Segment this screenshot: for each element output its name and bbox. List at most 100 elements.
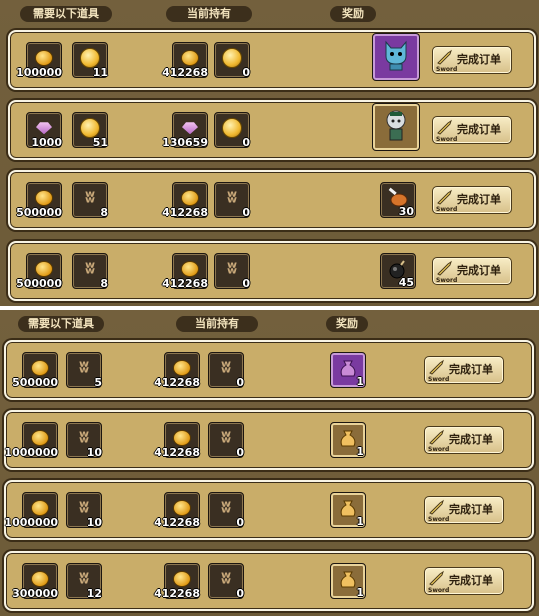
antler-icon: ʬ [84,187,96,208]
button-sub-label: Sword [428,376,450,383]
need-item-slot[interactable]: ʬ 12 [66,563,102,600]
need-item-slot[interactable]: 500000 [16,182,62,219]
reward-item[interactable]: 1 [330,422,366,458]
header-reward: 奖励 [330,6,376,22]
reward-count: 1 [356,586,364,599]
item-count: 0 [242,136,250,149]
gold-coin-icon [35,50,53,67]
need-item-slot[interactable]: ʬ8 [72,182,108,219]
complete-order-button[interactable]: 完成订单 Sword [432,46,512,74]
need-item-slot[interactable]: ʬ5 [66,352,102,389]
have-item-slot[interactable]: ʬ0 [214,253,250,290]
have-item-slot[interactable]: 412268 [154,563,200,600]
reward-item[interactable]: 45 [380,253,416,289]
need-item-slot[interactable]: 1000 [26,112,62,149]
have-item-slot[interactable]: 412268 [162,253,208,290]
complete-order-label: 完成订单 [457,123,501,136]
need-item-slot[interactable]: ʬ8 [72,253,108,290]
gold-coin-icon [35,261,53,278]
gold-coin-icon [173,571,191,588]
need-item-slot[interactable]: 1000000 [4,422,58,459]
complete-order-button[interactable]: 完成订单 Sword [424,567,504,595]
have-item-slot[interactable]: ʬ0 [208,563,244,600]
reward-item[interactable]: 30 [380,182,416,218]
need-item-slot[interactable]: 100000 [16,42,62,79]
have-item-slot[interactable]: ʬ0 [214,182,250,219]
reward-count: 1 [356,515,364,528]
item-count: 0 [242,277,250,290]
need-item-slot[interactable]: ʬ 10 [66,492,102,529]
pink-gem-icon [36,122,52,135]
button-sub-label: Sword [428,516,450,523]
item-count: 0 [236,446,244,459]
reward-item[interactable]: 1 [330,563,366,599]
item-count: 100000 [16,66,62,79]
have-item-slot[interactable]: 412268 [154,492,200,529]
complete-order-button[interactable]: 完成订单 Sword [424,496,504,524]
have-item-slot[interactable]: 412268 [162,42,208,79]
have-item-slot[interactable]: ʬ0 [208,352,244,389]
button-sub-label: Sword [436,136,458,143]
reward-item[interactable] [372,33,420,81]
complete-order-label: 完成订单 [449,503,493,516]
need-item-slot[interactable]: 500000 [12,352,58,389]
gold-coin-icon [31,571,49,588]
gold-coin-icon [181,50,199,67]
complete-order-button[interactable]: 完成订单 Sword [432,257,512,285]
complete-order-label: 完成订单 [457,53,501,66]
reward-item[interactable]: 1 [330,352,366,388]
gold-coin-icon [31,500,49,517]
complete-order-label: 完成订单 [449,574,493,587]
gold-coin-icon [173,430,191,447]
item-count: 412268 [154,516,200,529]
reward-item[interactable] [372,103,420,151]
sword-icon [429,359,444,375]
complete-order-button[interactable]: 完成订单 Sword [424,426,504,454]
complete-order-button[interactable]: 完成订单 Sword [432,186,512,214]
reward-item[interactable]: 1 [330,492,366,528]
antler-icon: ʬ [226,187,238,208]
have-item-slot[interactable]: ʬ0 [208,422,244,459]
antler-icon: ʬ [78,568,90,589]
reward-count: 45 [398,276,414,289]
need-item-slot[interactable]: 300000 [12,563,58,600]
have-item-slot[interactable]: 412268 [162,182,208,219]
sword-icon [437,49,452,65]
header-need: 需要以下道具 [20,6,112,22]
item-count: 8 [100,206,108,219]
item-count: 412268 [154,587,200,600]
item-count: 500000 [12,376,58,389]
complete-order-button[interactable]: 完成订单 Sword [432,116,512,144]
have-item-slot[interactable]: 412268 [154,422,200,459]
item-count: 8 [100,277,108,290]
item-count: 412268 [162,206,208,219]
gold-coin-icon [173,500,191,517]
gold-coin-icon [31,430,49,447]
have-item-slot[interactable]: ʬ0 [208,492,244,529]
need-item-slot[interactable]: 500000 [16,253,62,290]
have-item-slot[interactable]: 0 [214,42,250,79]
item-count: 10 [86,446,102,459]
header-have: 当前持有 [176,316,258,332]
have-item-slot[interactable]: 0 [214,112,250,149]
item-count: 1000000 [4,516,58,529]
have-item-slot[interactable]: 130659 [162,112,208,149]
sword-icon [437,119,452,135]
item-count: 412268 [162,277,208,290]
token-icon [222,118,242,139]
have-item-slot[interactable]: 412268 [154,352,200,389]
antler-icon: ʬ [78,427,90,448]
antler-icon: ʬ [78,497,90,518]
item-count: 1000 [31,136,62,149]
item-count: 11 [92,66,108,79]
item-count: 412268 [154,446,200,459]
token-icon [222,48,242,69]
complete-order-label: 完成订单 [449,433,493,446]
need-item-slot[interactable]: ʬ 10 [66,422,102,459]
need-item-slot[interactable]: 11 [72,42,108,79]
need-item-slot[interactable]: 51 [72,112,108,149]
complete-order-button[interactable]: 完成订单 Sword [424,356,504,384]
gold-coin-icon [31,360,49,377]
need-item-slot[interactable]: 1000000 [4,492,58,529]
item-count: 130659 [162,136,208,149]
